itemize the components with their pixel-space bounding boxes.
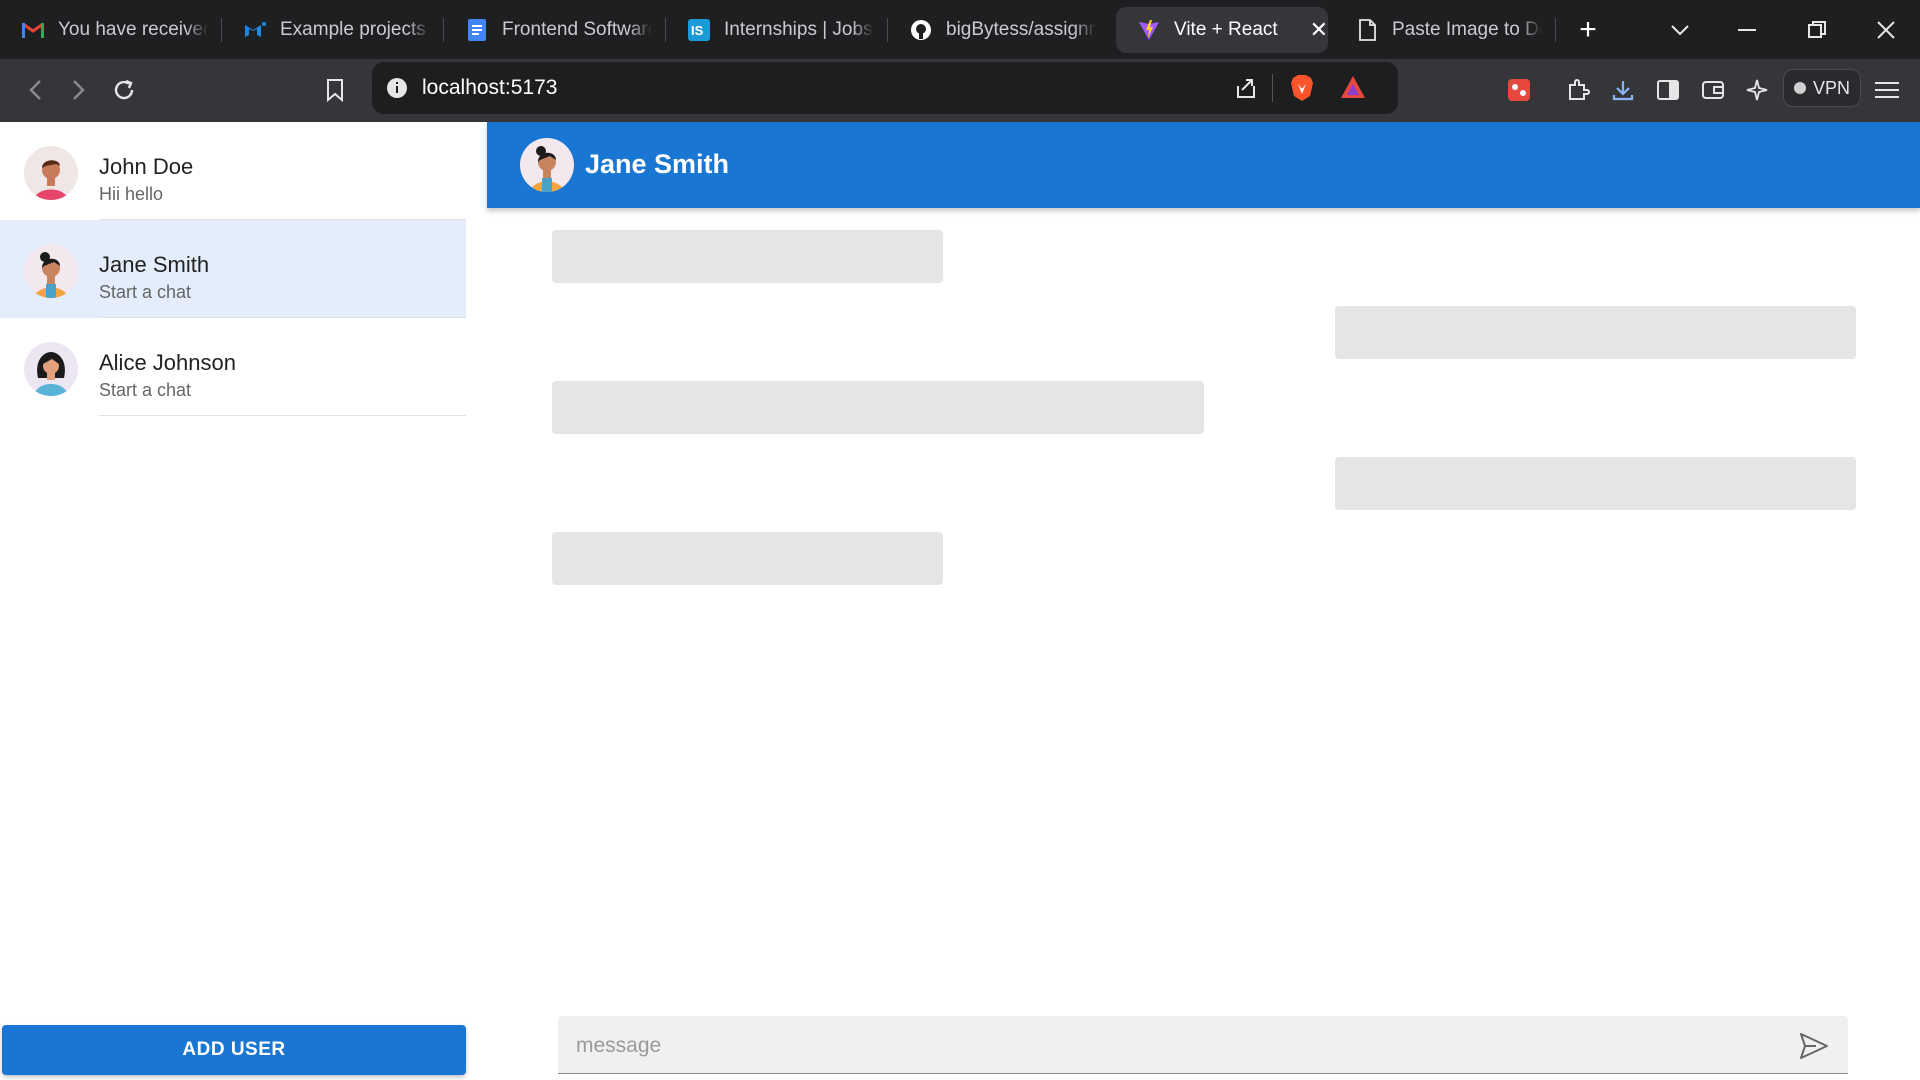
message-skeleton [552,532,943,585]
browser-tab-paste-image[interactable]: Paste Image to Do [1334,0,1556,59]
chat-header: Jane Smith [487,122,1920,208]
address-bar[interactable]: localhost:5173 [372,62,1398,114]
browser-tab-github[interactable]: bigBytess/assignm [888,0,1110,59]
vpn-status-icon [1793,82,1806,94]
tab-title: Paste Image to Do [1392,18,1542,40]
download-icon[interactable] [1606,73,1640,107]
add-user-button[interactable]: ADD USER [2,1025,466,1075]
avatar-icon [24,146,78,200]
brave-rewards-triangle-icon[interactable] [1340,75,1366,104]
message-skeleton [1335,457,1856,510]
internshala-icon: IS [688,18,710,41]
minimize-icon[interactable] [1738,0,1756,59]
back-icon[interactable] [18,73,52,107]
avatar-icon [24,244,78,298]
contact-preview: Hii hello [99,184,164,204]
chat-app: John Doe Hii hello Jane Smith Start a ch… [0,122,1920,1080]
tab-title: Internships | Jobs | [724,18,874,40]
restore-icon[interactable] [1808,0,1826,59]
browser-tab-mui[interactable]: Example projects - [222,0,444,59]
new-tab-icon[interactable]: + [1568,13,1608,47]
brave-shields-icon[interactable] [1290,74,1314,107]
message-skeleton [552,381,1204,434]
chat-panel: Jane Smith [487,122,1920,1080]
reload-icon[interactable] [107,73,141,107]
message-input[interactable] [574,1026,1758,1066]
message-composer [558,1016,1848,1074]
close-tab-icon[interactable]: ✕ [1310,17,1328,43]
contact-item-alice-johnson[interactable]: Alice Johnson Start a chat [0,318,466,416]
avatar-icon [520,138,574,192]
tab-title: Example projects - [280,18,430,40]
divider [99,415,466,416]
extensions-puzzle-icon[interactable] [1561,73,1595,107]
contact-name: John Doe [99,154,194,179]
mui-icon [244,19,266,41]
contact-item-jane-smith[interactable]: Jane Smith Start a chat [0,220,466,318]
vpn-label: VPN [1812,77,1850,98]
contact-preview: Start a chat [99,380,192,400]
contacts-sidebar: John Doe Hii hello Jane Smith Start a ch… [0,122,466,1080]
message-skeleton [552,230,943,283]
vpn-button[interactable]: VPN [1783,69,1861,107]
close-window-icon[interactable] [1876,0,1896,59]
contact-name: Jane Smith [99,252,210,277]
tab-title: Frontend Software [502,18,652,40]
send-icon[interactable] [1798,1030,1830,1062]
tab-title: You have received [58,18,208,40]
leo-ai-icon[interactable] [1740,73,1774,107]
page-icon [1356,18,1378,41]
forward-icon[interactable] [62,73,96,107]
contact-name: Alice Johnson [99,350,236,375]
message-skeleton [1335,306,1856,359]
browser-tab-docs[interactable]: Frontend Software [444,0,666,59]
docs-icon [466,18,488,41]
tab-separator [1555,18,1556,42]
github-icon [910,19,932,41]
site-info-icon[interactable] [386,77,408,99]
browser-tab-vite-react[interactable]: Vite + React ✕ [1116,6,1328,53]
share-icon[interactable] [1234,76,1258,105]
browser-tab-bar: You have received Example projects - Fro… [0,0,1920,59]
url-text: localhost:5173 [422,76,558,99]
tab-title: Vite + React [1174,18,1278,40]
browser-tab-internshala[interactable]: IS Internships | Jobs | [666,0,888,59]
vite-icon [1138,19,1160,41]
avatar-icon [24,342,78,396]
browser-tab-gmail[interactable]: You have received [0,0,222,59]
wallet-icon[interactable] [1696,73,1730,107]
extension-brave-rewards-icon[interactable] [1502,73,1536,107]
contact-item-john-doe[interactable]: John Doe Hii hello [0,122,466,220]
gmail-icon [22,19,44,41]
svg-text:IS: IS [691,23,704,38]
sidebar-toggle-icon[interactable] [1651,73,1685,107]
address-bar-divider [1272,74,1273,102]
bookmark-icon[interactable] [318,73,352,107]
menu-icon[interactable] [1870,73,1904,107]
contact-preview: Start a chat [99,282,192,302]
tab-title: bigBytess/assignm [946,18,1096,40]
tab-list-chevron-icon[interactable] [1670,0,1690,59]
chat-title: Jane Smith [585,149,730,179]
